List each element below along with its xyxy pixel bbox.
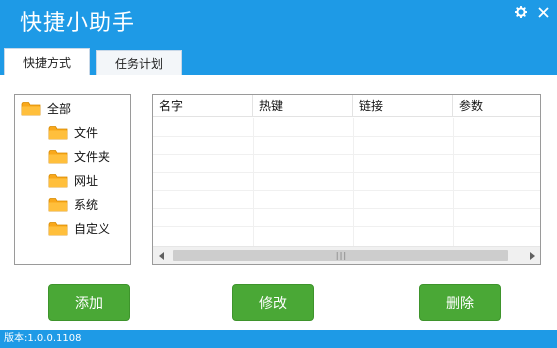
shortcut-table: 名字 热键 链接 参数 |||	[152, 94, 541, 265]
row-divider	[153, 136, 540, 137]
column-header-hotkey[interactable]: 热键	[253, 95, 353, 117]
tree-item-folders[interactable]: 文件夹	[48, 147, 110, 165]
add-button[interactable]: 添加	[48, 284, 130, 321]
delete-button[interactable]: 删除	[419, 284, 501, 321]
row-divider	[153, 172, 540, 173]
folder-icon	[48, 125, 68, 139]
folder-icon	[48, 173, 68, 187]
window-controls	[513, 4, 551, 20]
row-divider	[153, 154, 540, 155]
close-icon[interactable]	[535, 4, 551, 20]
tree-item-label: 自定义	[74, 221, 111, 236]
table-body[interactable]	[153, 118, 540, 246]
edit-button[interactable]: 修改	[232, 284, 314, 321]
tree-item-label: 网址	[74, 173, 99, 188]
column-header-name[interactable]: 名字	[153, 95, 253, 117]
scroll-right-icon[interactable]	[523, 247, 540, 264]
tree-item-custom[interactable]: 自定义	[48, 219, 110, 237]
tree-item-label: 文件夹	[74, 149, 111, 164]
tree-item-system[interactable]: 系统	[48, 195, 98, 213]
folder-icon	[21, 101, 41, 115]
tree-item-files[interactable]: 文件	[48, 123, 98, 141]
column-divider	[453, 118, 454, 246]
scrollbar-thumb[interactable]: |||	[173, 250, 508, 261]
column-divider	[353, 118, 354, 246]
tab-bar: 快捷方式 任务计划	[4, 48, 182, 76]
scroll-left-icon[interactable]	[153, 247, 170, 264]
column-header-link[interactable]: 链接	[353, 95, 453, 117]
category-tree: 全部 文件 文件夹 网址 系统 自定义	[14, 94, 131, 265]
folder-icon	[48, 149, 68, 163]
row-divider	[153, 190, 540, 191]
grip-icon: |||	[334, 251, 347, 260]
tree-item-label: 全部	[47, 101, 72, 116]
tree-item-all[interactable]: 全部	[21, 99, 71, 117]
tab-shortcuts[interactable]: 快捷方式	[4, 48, 90, 76]
column-header-params[interactable]: 参数	[453, 95, 540, 117]
tree-item-label: 系统	[74, 197, 99, 212]
tree-item-label: 文件	[74, 125, 99, 140]
row-divider	[153, 226, 540, 227]
horizontal-scrollbar[interactable]: |||	[153, 246, 540, 264]
main-panel: 全部 文件 文件夹 网址 系统 自定义 名字 热键 链接 参数 ||| 添加 修…	[0, 75, 557, 330]
column-divider	[253, 118, 254, 246]
tab-scheduled-tasks[interactable]: 任务计划	[96, 50, 182, 75]
status-bar: 版本:1.0.0.1108	[0, 330, 557, 348]
tree-item-urls[interactable]: 网址	[48, 171, 98, 189]
title-bar: 快捷小助手 快捷方式 任务计划	[0, 0, 557, 76]
folder-icon	[48, 197, 68, 211]
row-divider	[153, 208, 540, 209]
version-label: 版本:1.0.0.1108	[4, 333, 82, 344]
table-header: 名字 热键 链接 参数	[153, 95, 540, 117]
app-title: 快捷小助手	[20, 11, 136, 36]
gear-icon[interactable]	[513, 4, 529, 20]
folder-icon	[48, 221, 68, 235]
